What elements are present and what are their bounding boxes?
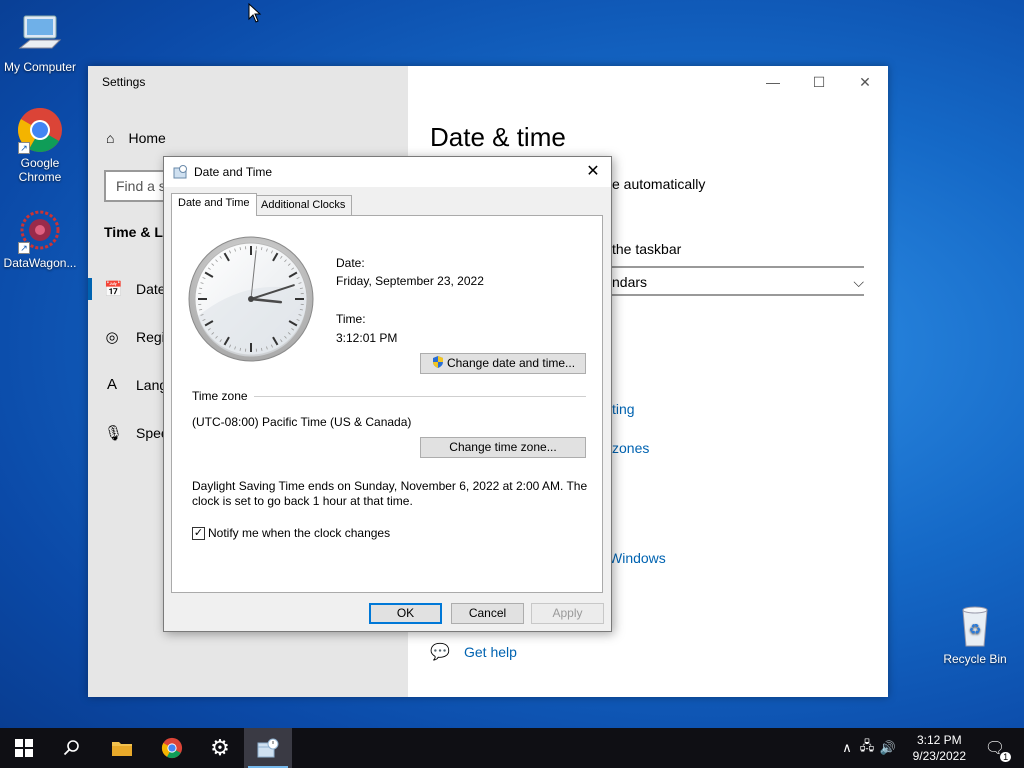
computer-icon bbox=[16, 10, 64, 58]
get-help-link[interactable]: Get help bbox=[464, 644, 517, 660]
ok-button[interactable]: OK bbox=[369, 603, 442, 624]
search-icon bbox=[63, 740, 79, 756]
desktop-icon-label: Google Chrome bbox=[18, 156, 62, 184]
svg-text:♻: ♻ bbox=[969, 622, 982, 638]
analog-clock-icon bbox=[188, 236, 314, 362]
taskbar-chrome[interactable] bbox=[148, 728, 196, 768]
taskbar: ⚙ ∧ 🖧 🔊 3:12 PM 9/23/2022 🗨 1 bbox=[0, 728, 1024, 768]
minimize-button[interactable]: — bbox=[758, 72, 788, 92]
timezone-section-label: Time zone bbox=[192, 389, 248, 403]
shortcut-arrow-icon: ↗ bbox=[18, 242, 30, 254]
taskbar-date: 9/23/2022 bbox=[912, 749, 966, 763]
selected-indicator bbox=[88, 278, 92, 300]
calendar-dropdown[interactable]: ndars ⌵ bbox=[600, 266, 864, 296]
chevron-down-icon: ⌵ bbox=[853, 274, 864, 290]
notifications-button[interactable]: 🗨 1 bbox=[980, 728, 1012, 768]
chrome-icon bbox=[161, 737, 183, 759]
volume-icon[interactable]: 🔊 bbox=[878, 740, 898, 756]
change-date-time-button[interactable]: Change date and time... bbox=[420, 353, 586, 374]
section-divider bbox=[254, 396, 586, 397]
search-button[interactable] bbox=[48, 728, 96, 768]
close-button[interactable]: ✕ bbox=[850, 72, 880, 92]
home-label: Home bbox=[128, 130, 166, 146]
taskbar-calendar-label: the taskbar bbox=[612, 241, 682, 257]
tab-date-and-time[interactable]: Date and Time bbox=[171, 193, 257, 216]
nav-label: Regi bbox=[136, 329, 165, 345]
desktop-icon-google-chrome[interactable]: ↗ Google Chrome bbox=[0, 106, 80, 184]
settings-home-link[interactable]: ⌂ Home bbox=[106, 130, 166, 146]
date-time-dialog: Date and Time ✕ Date and Time Additional… bbox=[163, 156, 612, 632]
mouse-cursor-icon bbox=[248, 3, 262, 23]
settings-title: Settings bbox=[102, 75, 146, 89]
datetime-app-icon bbox=[257, 738, 279, 758]
time-label: Time: bbox=[336, 312, 366, 326]
uac-shield-icon bbox=[431, 355, 445, 369]
dialog-titlebar[interactable]: Date and Time ✕ bbox=[164, 157, 611, 187]
related-link-time-zones[interactable]: zones bbox=[612, 440, 649, 456]
notification-icon: 🗨 1 bbox=[985, 738, 1012, 762]
recycle-bin-icon: ♻ bbox=[951, 602, 999, 650]
folder-icon bbox=[112, 742, 132, 756]
network-icon[interactable]: 🖧 bbox=[856, 737, 878, 759]
nav-item-speech[interactable]: 🎙 Spee bbox=[104, 424, 169, 442]
desktop-icon-datawagon[interactable]: ↗ DataWagon... bbox=[0, 206, 80, 270]
settings-section-title: Time & La bbox=[104, 224, 171, 240]
timezone-value: (UTC-08:00) Pacific Time (US & Canada) bbox=[192, 415, 412, 429]
chrome-icon: ↗ bbox=[16, 106, 64, 154]
dst-info-line2: clock is set to go back 1 hour at that t… bbox=[192, 494, 413, 508]
taskbar-clock[interactable]: 3:12 PM 9/23/2022 bbox=[913, 732, 966, 764]
taskbar-date-time[interactable] bbox=[244, 728, 292, 768]
shortcut-arrow-icon: ↗ bbox=[18, 142, 30, 154]
dialog-title: Date and Time bbox=[194, 165, 273, 179]
nav-item-date-time[interactable]: 📅 Date bbox=[104, 280, 166, 298]
desktop-icon-label: DataWagon... bbox=[3, 256, 77, 270]
desktop-icon-label: Recycle Bin bbox=[943, 652, 1007, 666]
related-link-windows[interactable]: Windows bbox=[609, 550, 666, 566]
language-icon: A bbox=[106, 376, 117, 393]
change-timezone-button[interactable]: Change time zone... bbox=[420, 437, 586, 458]
help-icon: 💬 bbox=[430, 644, 450, 661]
taskbar-settings[interactable]: ⚙ bbox=[196, 728, 244, 768]
notification-count: 1 bbox=[1000, 752, 1012, 762]
taskbar-time: 3:12 PM bbox=[916, 733, 962, 747]
calendar-icon: 📅 bbox=[104, 281, 123, 298]
apply-button[interactable]: Apply bbox=[531, 603, 604, 624]
cancel-button[interactable]: Cancel bbox=[451, 603, 524, 624]
maximize-button[interactable]: ☐ bbox=[804, 72, 834, 92]
nav-item-language[interactable]: A Lang bbox=[104, 376, 167, 393]
start-button[interactable] bbox=[0, 728, 48, 768]
desktop-icon-my-computer[interactable]: My Computer bbox=[0, 10, 80, 74]
page-title: Date & time bbox=[430, 122, 566, 152]
tab-panel: Date: Friday, September 23, 2022 Time: 3… bbox=[171, 215, 603, 593]
gear-icon: ⚙ bbox=[210, 735, 230, 760]
taskbar-file-explorer[interactable] bbox=[98, 728, 146, 768]
notify-checkbox[interactable]: ✓ bbox=[192, 527, 205, 540]
tab-additional-clocks[interactable]: Additional Clocks bbox=[254, 195, 353, 215]
system-tray: ∧ 🖧 🔊 bbox=[838, 728, 898, 768]
dst-info-line1: Daylight Saving Time ends on Sunday, Nov… bbox=[192, 479, 588, 493]
time-value: 3:12:01 PM bbox=[336, 331, 398, 345]
notify-label: Notify me when the clock changes bbox=[208, 526, 391, 540]
microphone-icon: 🎙 bbox=[104, 425, 124, 442]
nav-item-region[interactable]: ◎ Regi bbox=[104, 328, 165, 346]
chevron-up-icon[interactable]: ∧ bbox=[838, 740, 856, 756]
home-icon: ⌂ bbox=[106, 130, 115, 146]
button-label: Change date and time... bbox=[446, 356, 576, 370]
globe-icon: ◎ bbox=[105, 329, 119, 346]
date-value: Friday, September 23, 2022 bbox=[336, 274, 484, 288]
related-link-formatting[interactable]: ting bbox=[612, 401, 635, 417]
date-label: Date: bbox=[336, 256, 365, 270]
desktop-icon-label: My Computer bbox=[3, 60, 77, 74]
windows-logo-icon bbox=[15, 739, 33, 757]
datawagon-icon: ↗ bbox=[16, 206, 64, 254]
dialog-close-button[interactable]: ✕ bbox=[583, 161, 603, 181]
nav-label: Date bbox=[136, 281, 166, 297]
auto-time-label: e automatically bbox=[612, 176, 706, 192]
datetime-app-icon bbox=[173, 165, 187, 179]
desktop-icon-recycle-bin[interactable]: ♻ Recycle Bin bbox=[935, 602, 1015, 666]
